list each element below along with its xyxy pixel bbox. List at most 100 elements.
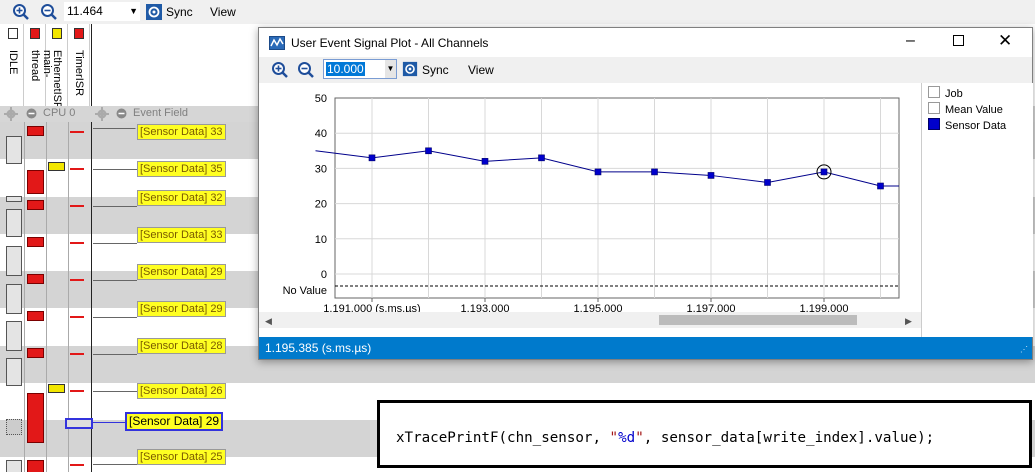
- legend-item-job[interactable]: Job: [928, 86, 963, 100]
- zoom-in-icon[interactable]: [12, 3, 30, 21]
- event-connector: [93, 206, 137, 207]
- legend-item-sensor-data[interactable]: Sensor Data: [928, 118, 1006, 132]
- window-title: User Event Signal Plot - All Channels: [291, 36, 489, 50]
- user-event-label[interactable]: [Sensor Data] 35: [137, 161, 226, 177]
- event-connector: [91, 422, 126, 423]
- sensor-data-point: [651, 168, 658, 176]
- ethernet-isr-block[interactable]: [48, 384, 65, 393]
- minimize-icon[interactable]: –: [906, 32, 915, 50]
- timer-isr-mark[interactable]: [70, 168, 84, 170]
- lane-label-timer-isr: TimerISR: [73, 50, 85, 97]
- legend-label: Mean Value: [945, 104, 1003, 116]
- plot-zoom-combo[interactable]: 10.000 ▼: [323, 59, 397, 79]
- event-connector: [93, 317, 137, 318]
- lane-header-idle[interactable]: IDLE: [3, 24, 24, 106]
- main-thread-block[interactable]: [27, 200, 44, 210]
- user-event-label[interactable]: [Sensor Data] 29: [137, 264, 226, 280]
- idle-block[interactable]: [6, 196, 22, 202]
- plot-view-menu[interactable]: View: [468, 63, 494, 77]
- sensor-data-point: [594, 168, 602, 176]
- idle-block[interactable]: [6, 136, 22, 164]
- lane-header-timer-isr[interactable]: TimerISR: [69, 24, 90, 106]
- main-thread-block[interactable]: [27, 237, 44, 247]
- timer-isr-mark[interactable]: [70, 464, 84, 466]
- code-prefix: xTracePrintF(chn_sensor,: [396, 430, 610, 446]
- close-icon[interactable]: ✕: [998, 31, 1012, 51]
- lane-separator: [46, 122, 47, 472]
- y-tick-label: 0: [321, 269, 327, 281]
- idle-block[interactable]: [6, 321, 22, 351]
- idle-block[interactable]: [6, 209, 22, 237]
- signal-plot-icon: [269, 36, 285, 53]
- main-thread-block[interactable]: [27, 170, 44, 194]
- main-thread-block[interactable]: [27, 311, 44, 321]
- lane-header-main-thread[interactable]: main-thread: [25, 24, 53, 106]
- idle-block[interactable]: [6, 358, 22, 386]
- selected-user-event-label[interactable]: [Sensor Data] 29: [125, 412, 224, 431]
- zoom-in-icon[interactable]: [271, 61, 289, 79]
- main-thread-block[interactable]: [27, 126, 44, 136]
- timer-isr-mark[interactable]: [70, 279, 84, 281]
- sensor-data-point: [481, 158, 489, 165]
- chevron-down-icon[interactable]: ▼: [129, 2, 138, 21]
- lane-color-ethernet-isr: [52, 28, 62, 39]
- idle-block[interactable]: [6, 284, 22, 314]
- sync-icon[interactable]: [145, 3, 163, 21]
- plot-area[interactable]: 50 40 30 20 10 0 No Value 1.191.000 (s.ms.µs) 1.…: [259, 83, 921, 337]
- lane-label-idle: IDLE: [7, 50, 19, 75]
- main-thread-block[interactable]: [27, 274, 44, 284]
- user-event-label[interactable]: [Sensor Data] 33: [137, 124, 226, 140]
- sensor-data-point: [538, 154, 545, 162]
- chevron-down-icon[interactable]: ▼: [385, 60, 396, 78]
- main-thread-block[interactable]: [27, 460, 44, 472]
- zoom-out-icon[interactable]: [297, 61, 315, 79]
- zoom-combo[interactable]: 11.464 ▼: [64, 2, 140, 21]
- event-connector: [93, 280, 137, 281]
- window-title-bar[interactable]: User Event Signal Plot - All Channels – …: [259, 28, 1032, 57]
- sensor-data-point: [707, 172, 715, 179]
- legend-swatch: [928, 118, 940, 130]
- timer-isr-mark[interactable]: [70, 353, 84, 355]
- event-connector: [93, 243, 137, 244]
- timer-isr-mark[interactable]: [70, 242, 84, 244]
- view-menu[interactable]: View: [210, 5, 236, 19]
- legend-swatch: [928, 86, 940, 98]
- timer-isr-mark[interactable]: [70, 205, 84, 207]
- timer-isr-mark[interactable]: [70, 316, 84, 318]
- main-thread-block[interactable]: [27, 393, 44, 443]
- idle-block[interactable]: [6, 460, 22, 472]
- legend-item-mean-value[interactable]: Mean Value: [928, 102, 1003, 116]
- ethernet-isr-block[interactable]: [48, 162, 65, 171]
- maximize-icon[interactable]: [953, 35, 964, 46]
- user-event-label[interactable]: [Sensor Data] 32: [137, 190, 226, 206]
- timer-isr-mark[interactable]: [70, 390, 84, 392]
- timer-isr-mark[interactable]: [70, 131, 84, 133]
- user-event-label[interactable]: [Sensor Data] 29: [137, 301, 226, 317]
- plot-sync-button[interactable]: Sync: [422, 63, 449, 77]
- signal-plot-window[interactable]: User Event Signal Plot - All Channels – …: [258, 27, 1033, 360]
- zoom-out-icon[interactable]: [40, 3, 58, 21]
- sync-button[interactable]: Sync: [166, 5, 193, 19]
- lane-header-ethernet-isr[interactable]: EthernetISR: [47, 24, 68, 110]
- collapse-icon[interactable]: [26, 108, 37, 122]
- main-toolbar: 11.464 ▼ Sync View: [0, 0, 1035, 24]
- idle-block[interactable]: [6, 419, 22, 435]
- legend-swatch: [928, 102, 940, 114]
- code-string-close: ": [635, 430, 644, 446]
- plot-toolbar: 10.000 ▼ Sync View: [259, 57, 1032, 83]
- sync-icon[interactable]: [402, 61, 420, 79]
- sensor-data-point: [425, 147, 432, 155]
- collapse-icon[interactable]: [116, 108, 127, 122]
- user-event-label[interactable]: [Sensor Data] 25: [137, 449, 226, 465]
- sensor-data-point: [368, 154, 376, 162]
- selected-timer-isr-mark[interactable]: [65, 418, 93, 429]
- plot-zoom-value[interactable]: 10.000: [326, 62, 365, 76]
- signal-chart[interactable]: 50403020100No Value1.191.000 (s.ms.µs) 1.…: [259, 83, 921, 337]
- user-event-label[interactable]: [Sensor Data] 33: [137, 227, 226, 243]
- idle-block[interactable]: [6, 246, 22, 276]
- user-event-label[interactable]: [Sensor Data] 26: [137, 383, 226, 399]
- user-event-label[interactable]: [Sensor Data] 28: [137, 338, 226, 354]
- sensor-data-point: [764, 179, 771, 186]
- resize-grip-icon[interactable]: ⋰: [1020, 345, 1028, 354]
- main-thread-block[interactable]: [27, 348, 44, 358]
